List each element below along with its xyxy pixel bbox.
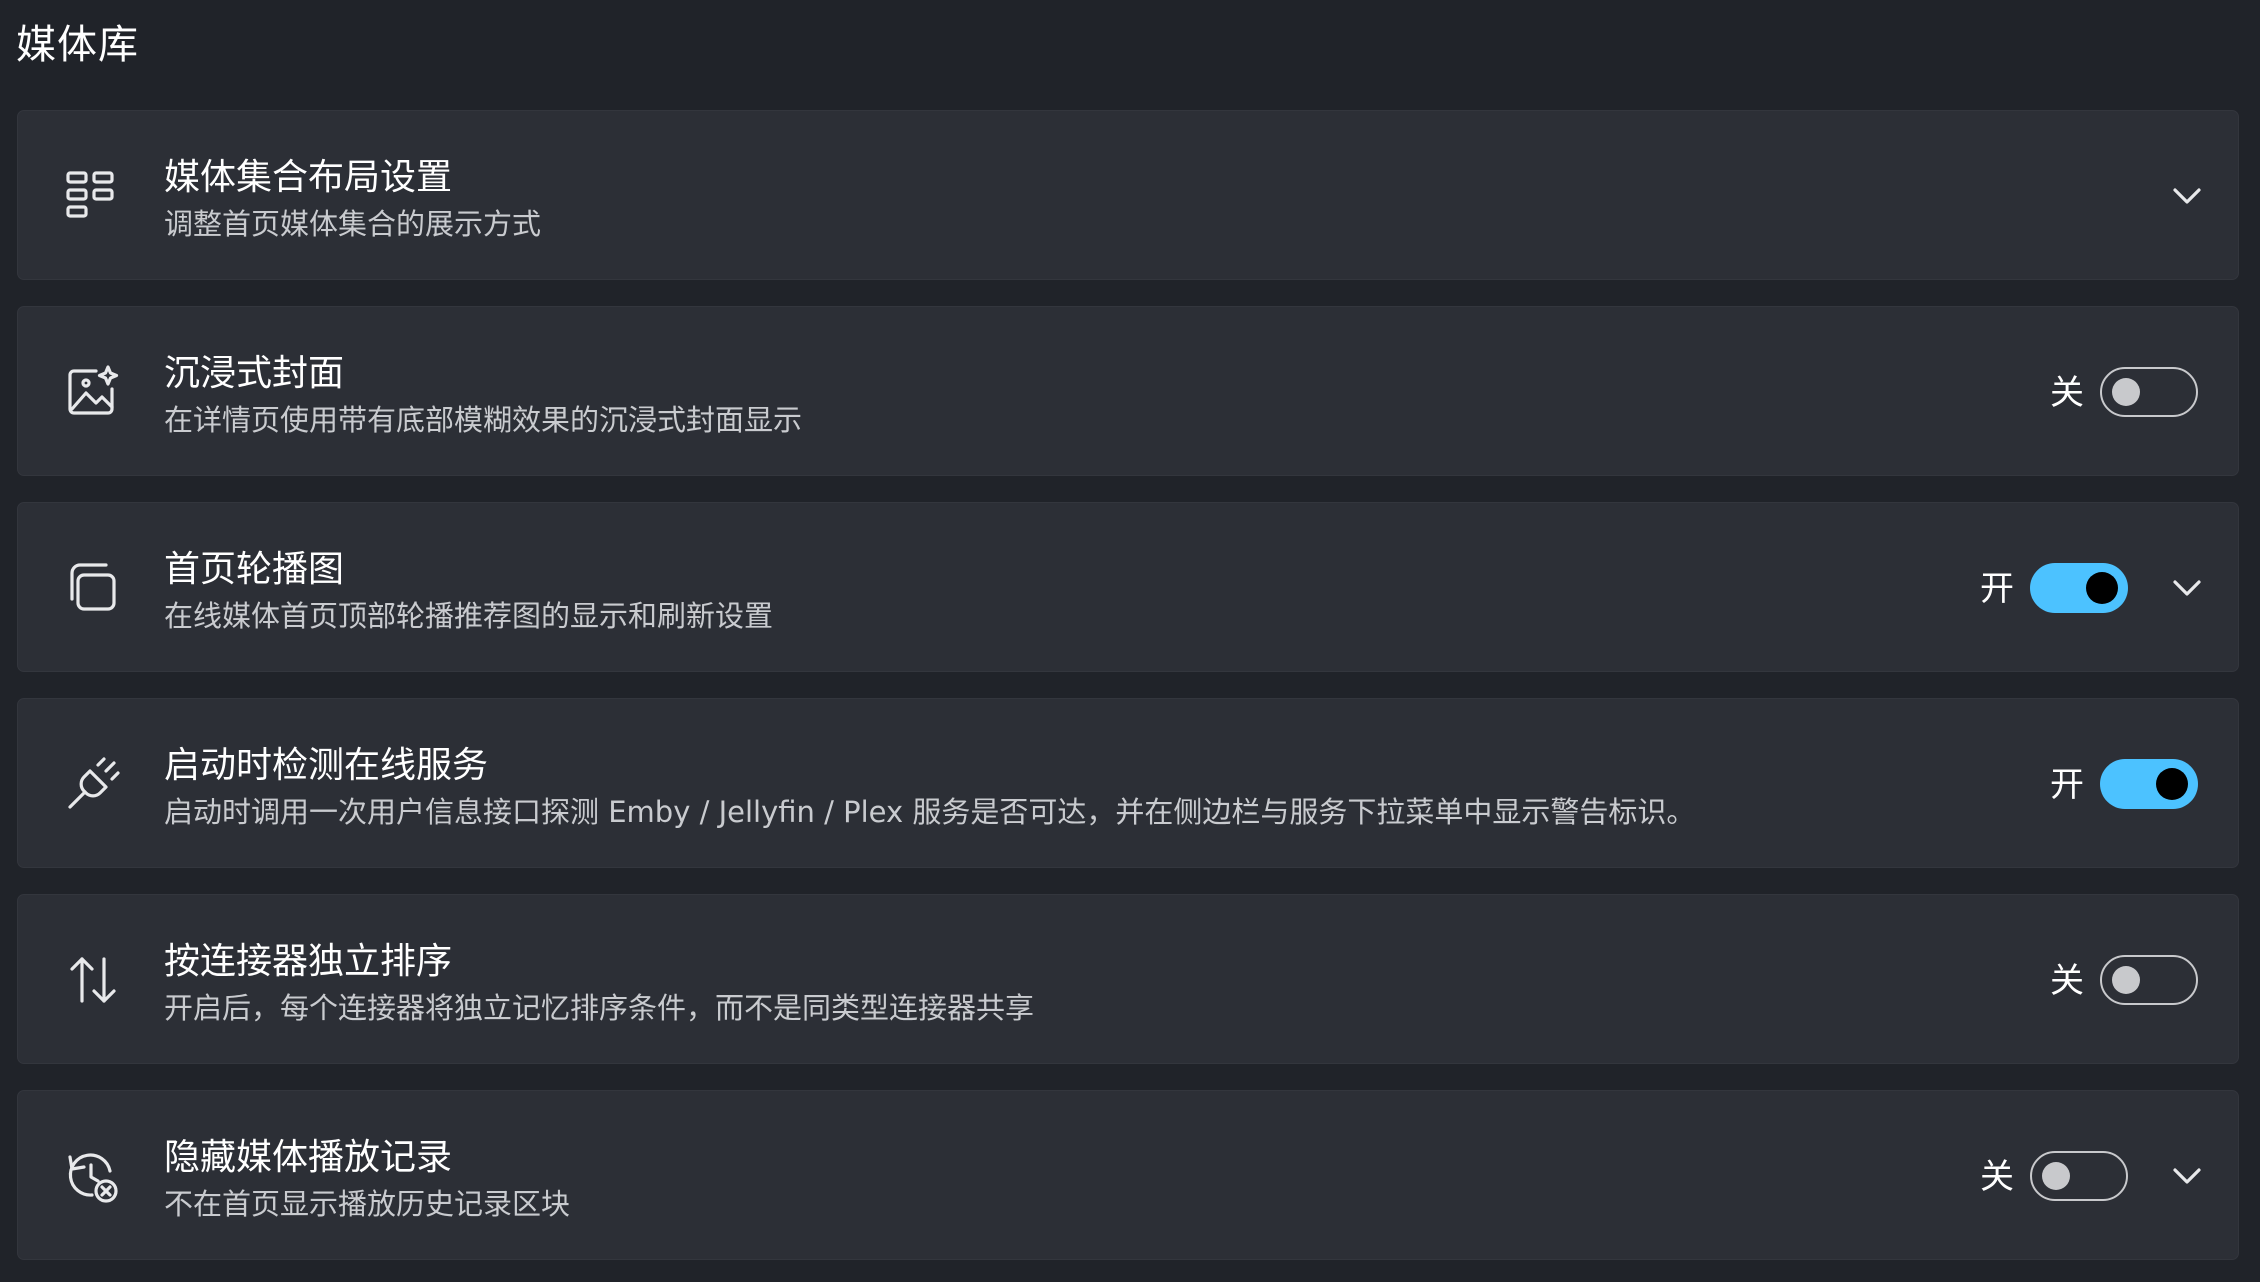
chevron-down-icon[interactable] xyxy=(2162,171,2212,221)
setting-title: 隐藏媒体播放记录 xyxy=(164,1137,453,1178)
stacked-windows-icon xyxy=(58,553,128,623)
home-carousel-toggle[interactable] xyxy=(2030,563,2128,613)
setting-card-startup-service-check[interactable]: 启动时检测在线服务 启动时调用一次用户信息接口探测 Emby / Jellyfi… xyxy=(17,698,2239,868)
startup-service-check-toggle[interactable] xyxy=(2100,759,2198,809)
setting-title: 按连接器独立排序 xyxy=(164,941,453,982)
setting-card-collection-layout[interactable]: 媒体集合布局设置 调整首页媒体集合的展示方式 xyxy=(17,110,2239,280)
setting-description: 不在首页显示播放历史记录区块 xyxy=(164,1187,571,1221)
toggle-state-label: 开 xyxy=(1980,569,2014,609)
setting-description: 调整首页媒体集合的展示方式 xyxy=(164,207,542,241)
setting-card-immersive-cover[interactable]: 沉浸式封面 在详情页使用带有底部模糊效果的沉浸式封面显示 关 xyxy=(17,306,2239,476)
per-connector-sort-toggle[interactable] xyxy=(2100,955,2198,1005)
setting-card-per-connector-sort[interactable]: 按连接器独立排序 开启后，每个连接器将独立记忆排序条件，而不是同类型连接器共享 … xyxy=(17,894,2239,1064)
setting-card-home-carousel[interactable]: 首页轮播图 在线媒体首页顶部轮播推荐图的显示和刷新设置 开 xyxy=(17,502,2239,672)
setting-description: 在详情页使用带有底部模糊效果的沉浸式封面显示 xyxy=(164,403,803,437)
toggle-knob xyxy=(2156,768,2188,800)
settings-page: 媒体库 媒体集合布局设置 调整首页媒体集合的展示方式 沉浸式封面 在详情页使用带… xyxy=(0,0,2260,1282)
setting-card-hide-play-history[interactable]: 隐藏媒体播放记录 不在首页显示播放历史记录区块 关 xyxy=(17,1090,2239,1260)
hide-play-history-toggle[interactable] xyxy=(2030,1151,2128,1201)
history-dismiss-icon xyxy=(58,1141,128,1211)
toggle-knob xyxy=(2086,572,2118,604)
chevron-down-icon[interactable] xyxy=(2162,563,2212,613)
immersive-cover-toggle[interactable] xyxy=(2100,367,2198,417)
toggle-state-label: 开 xyxy=(2050,765,2084,805)
setting-description: 启动时调用一次用户信息接口探测 Emby / Jellyfin / Plex 服… xyxy=(164,795,1696,829)
setting-description: 开启后，每个连接器将独立记忆排序条件，而不是同类型连接器共享 xyxy=(164,991,1035,1025)
setting-description: 在线媒体首页顶部轮播推荐图的显示和刷新设置 xyxy=(164,599,774,633)
plug-connect-icon xyxy=(58,749,128,819)
toggle-knob xyxy=(2042,1162,2070,1190)
setting-title: 首页轮播图 xyxy=(164,549,345,590)
image-sparkle-icon xyxy=(58,357,128,427)
setting-title: 启动时检测在线服务 xyxy=(164,745,489,786)
section-title: 媒体库 xyxy=(16,22,139,68)
toggle-state-label: 关 xyxy=(2050,373,2084,413)
setting-title: 沉浸式封面 xyxy=(164,353,345,394)
toggle-state-label: 关 xyxy=(1980,1157,2014,1197)
chevron-down-icon[interactable] xyxy=(2162,1151,2212,1201)
setting-title: 媒体集合布局设置 xyxy=(164,157,453,198)
toggle-knob xyxy=(2112,966,2140,994)
sort-arrows-icon xyxy=(58,945,128,1015)
toggle-state-label: 关 xyxy=(2050,961,2084,1001)
toggle-knob xyxy=(2112,378,2140,406)
grid-layout-icon xyxy=(58,161,128,231)
